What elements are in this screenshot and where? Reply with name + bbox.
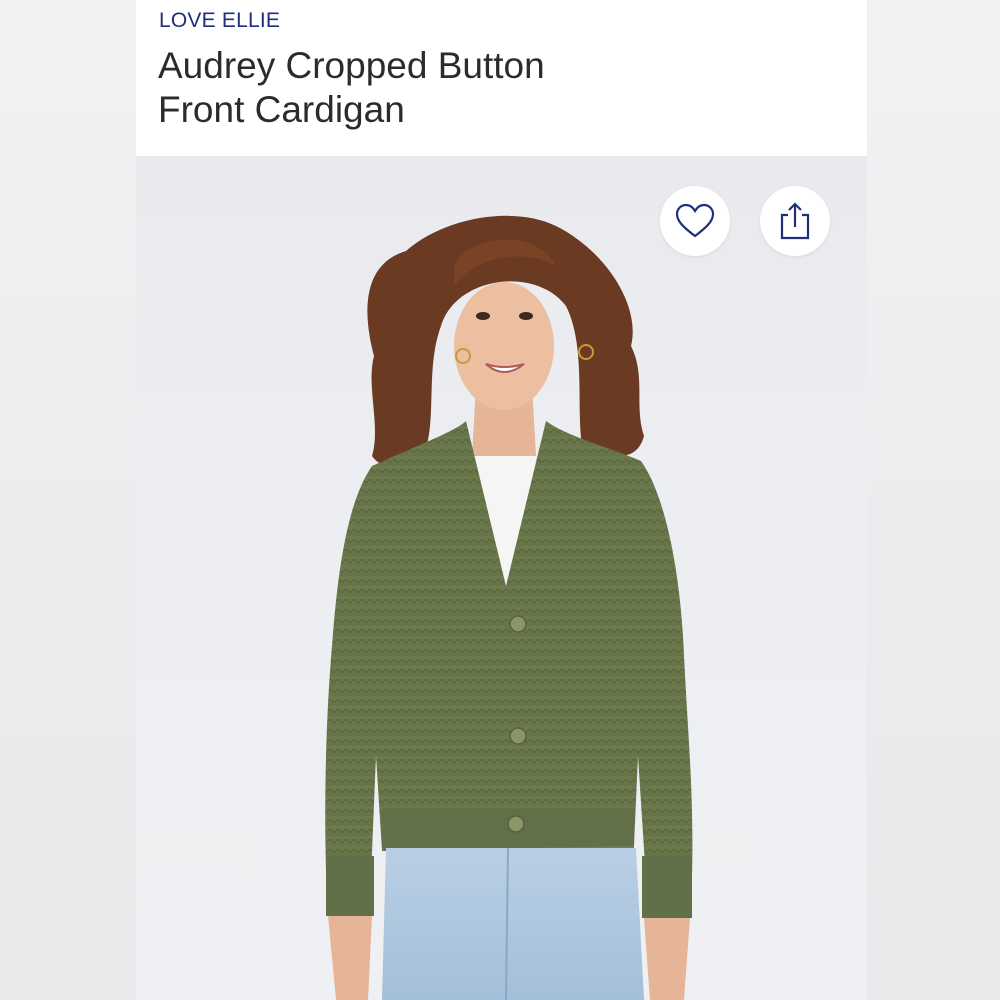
brand-link[interactable]: LOVE ELLIE — [159, 9, 280, 33]
favorite-button[interactable] — [660, 186, 730, 256]
jeans — [382, 848, 644, 1000]
cardigan-button-3 — [507, 815, 525, 833]
right-cuff — [642, 856, 692, 918]
product-title-line-1: Audrey Cropped Button — [158, 45, 545, 86]
product-title-line-2: Front Cardigan — [158, 89, 405, 130]
right-margin-background — [867, 0, 1000, 1000]
right-eye — [519, 312, 533, 320]
left-margin-background — [0, 0, 136, 1000]
product-title: Audrey Cropped Button Front Cardigan — [158, 44, 718, 132]
product-photo — [325, 215, 693, 1000]
cardigan-hem — [382, 808, 634, 848]
product-card: LOVE ELLIE Audrey Cropped Button Front C… — [136, 0, 867, 1000]
share-icon — [780, 202, 810, 240]
left-cuff — [326, 856, 374, 916]
product-header: LOVE ELLIE Audrey Cropped Button Front C… — [136, 0, 867, 156]
left-hand — [328, 916, 372, 1000]
product-image-area[interactable] — [136, 156, 867, 1000]
face — [454, 282, 554, 410]
cardigan-button-1 — [509, 615, 527, 633]
cardigan-button-2 — [509, 727, 527, 745]
heart-icon — [675, 203, 715, 238]
share-button[interactable] — [760, 186, 830, 256]
left-eye — [476, 312, 490, 320]
right-hand — [644, 918, 690, 1000]
